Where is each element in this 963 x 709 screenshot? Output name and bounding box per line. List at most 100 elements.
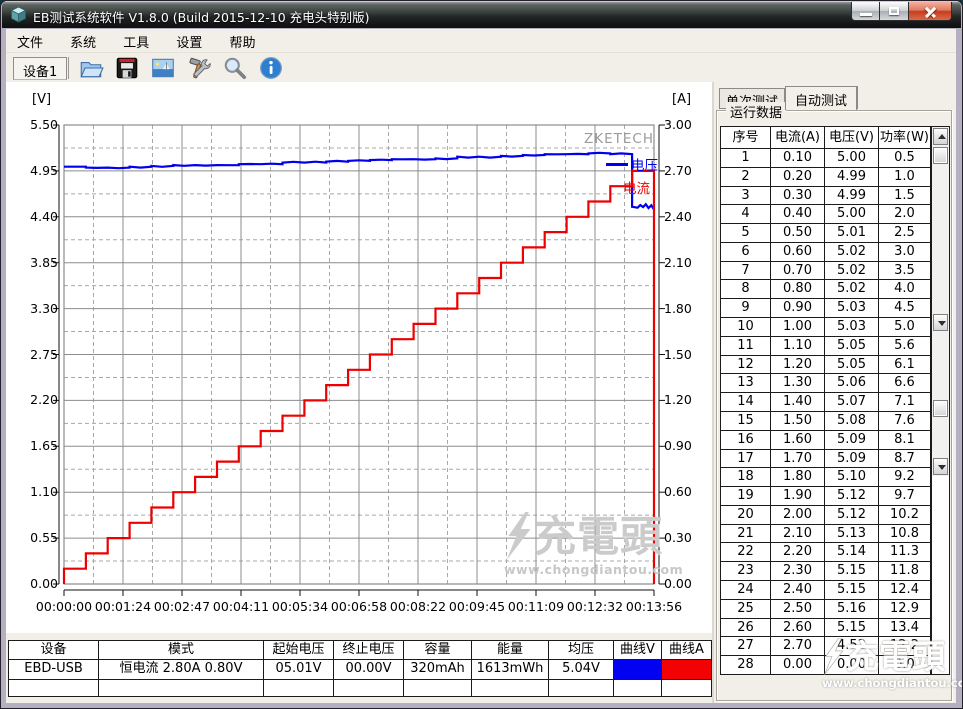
x-axis-tick-label: 00:12:32 xyxy=(563,599,627,614)
minimize-button[interactable] xyxy=(851,2,880,21)
table-cell: 1.50 xyxy=(771,412,825,431)
table-cell: 5.01 xyxy=(825,224,879,243)
y-left-tick-label: 2.75 xyxy=(6,348,58,362)
table-row[interactable]: 252.505.1612.9 xyxy=(721,600,949,619)
table-cell: 5.12 xyxy=(825,487,879,506)
y-left-tick-label: 0.55 xyxy=(6,531,58,545)
result-header-cell: 均压 xyxy=(549,641,613,659)
y-left-tick-label: 0.00 xyxy=(6,577,58,591)
arrow-up-icon xyxy=(938,134,946,139)
result-value-cell: 1613mWh xyxy=(472,660,548,679)
y-right-tick-label: 2.10 xyxy=(664,256,704,270)
menu-tools[interactable]: 工具 xyxy=(112,29,160,52)
table-cell: 0.80 xyxy=(771,280,825,299)
table-cell: 17 xyxy=(721,450,771,469)
menu-help[interactable]: 帮助 xyxy=(218,29,266,52)
menu-file[interactable]: 文件 xyxy=(6,29,54,52)
window-controls xyxy=(851,2,952,21)
table-row[interactable]: 40.405.002.0 xyxy=(721,205,949,224)
table-row[interactable]: 151.505.087.6 xyxy=(721,412,949,431)
table-cell: 2.40 xyxy=(771,581,825,600)
table-cell: 0.60 xyxy=(771,243,825,262)
table-row[interactable]: 101.005.035.0 xyxy=(721,318,949,337)
menu-settings[interactable]: 设置 xyxy=(165,29,213,52)
table-row[interactable]: 70.705.023.5 xyxy=(721,262,949,281)
title-bar: EB测试系统软件 V1.8.0 (Build 2015-12-10 充电头特别版… xyxy=(2,1,961,28)
table-row[interactable]: 50.505.012.5 xyxy=(721,224,949,243)
table-row[interactable]: 212.105.1310.8 xyxy=(721,525,949,544)
y-left-tick-label: 4.95 xyxy=(6,164,58,178)
save-button[interactable] xyxy=(114,55,140,81)
result-value-cell: 05.01V xyxy=(264,660,333,679)
table-cell: 0.0 xyxy=(879,656,931,675)
table-cell: 2 xyxy=(721,168,771,187)
device-tab[interactable]: 设备1 xyxy=(13,57,67,80)
result-header-cell: 曲线A xyxy=(662,641,711,659)
table-cell: 15 xyxy=(721,412,771,431)
table-row[interactable]: 60.605.023.0 xyxy=(721,243,949,262)
client-area: 文件 系统 工具 设置 帮助 设备1 xyxy=(6,29,956,703)
y-right-tick-label: 0.60 xyxy=(664,485,704,499)
table-row[interactable]: 191.905.129.7 xyxy=(721,487,949,506)
scroll-down-button[interactable] xyxy=(933,314,948,331)
scroll-down-button[interactable] xyxy=(933,458,948,475)
menu-system[interactable]: 系统 xyxy=(59,29,107,52)
table-row[interactable]: 141.405.077.1 xyxy=(721,393,949,412)
x-axis-tick-label: 00:08:22 xyxy=(386,599,450,614)
result-empty-cell xyxy=(99,680,263,696)
table-cell: 6 xyxy=(721,243,771,262)
arrow-down-icon xyxy=(938,321,946,326)
table-row[interactable]: 280.000.000.0 xyxy=(721,656,949,675)
table-row[interactable]: 242.405.1512.4 xyxy=(721,581,949,600)
table-row[interactable]: 30.304.991.5 xyxy=(721,187,949,206)
table-row[interactable]: 222.205.1411.3 xyxy=(721,543,949,562)
table-cell: 5.09 xyxy=(825,431,879,450)
table-cell: 5.15 xyxy=(825,581,879,600)
table-cell: 5.02 xyxy=(825,262,879,281)
table-row[interactable]: 10.105.000.5 xyxy=(721,149,949,168)
scrollbar-thumb[interactable] xyxy=(933,147,948,164)
table-row[interactable]: 111.105.055.6 xyxy=(721,337,949,356)
table-cell: 5.6 xyxy=(879,337,931,356)
y-left-tick-label: 3.30 xyxy=(6,302,58,316)
table-row[interactable]: 171.705.098.7 xyxy=(721,450,949,469)
zoom-button[interactable] xyxy=(222,55,248,81)
table-row[interactable]: 181.805.109.2 xyxy=(721,468,949,487)
table-row[interactable]: 90.905.034.5 xyxy=(721,299,949,318)
open-file-button[interactable] xyxy=(78,55,104,81)
result-value-cell: 00.00V xyxy=(334,660,403,679)
table-row[interactable]: 131.305.066.6 xyxy=(721,374,949,393)
table-cell: 1.60 xyxy=(771,431,825,450)
maximize-button[interactable] xyxy=(880,2,909,21)
table-row[interactable]: 202.005.1210.2 xyxy=(721,506,949,525)
table-row[interactable]: 272.704.5212.2 xyxy=(721,637,949,656)
table-scrollbar[interactable] xyxy=(931,127,949,674)
table-row[interactable]: 20.204.991.0 xyxy=(721,168,949,187)
table-cell: 3.5 xyxy=(879,262,931,281)
table-cell: 2.30 xyxy=(771,562,825,581)
export-image-button[interactable] xyxy=(150,55,176,81)
table-cell: 26 xyxy=(721,619,771,638)
scrollbar-thumb[interactable] xyxy=(933,400,948,417)
run-data-table: 序号 电流(A) 电压(V) 功率(W) 10.105.000.520.204.… xyxy=(720,126,950,675)
tab-auto-test[interactable]: 自动测试 xyxy=(785,86,857,110)
table-cell: 6.6 xyxy=(879,374,931,393)
table-cell: 16 xyxy=(721,431,771,450)
tools-button[interactable] xyxy=(186,55,212,81)
x-axis-tick-label: 00:00:00 xyxy=(32,599,96,614)
app-window: EB测试系统软件 V1.8.0 (Build 2015-12-10 充电头特别版… xyxy=(0,0,963,709)
table-cell: 27 xyxy=(721,637,771,656)
table-row[interactable]: 262.605.1513.4 xyxy=(721,619,949,638)
table-row[interactable]: 232.305.1511.8 xyxy=(721,562,949,581)
table-row[interactable]: 161.605.098.1 xyxy=(721,431,949,450)
table-row[interactable]: 121.205.056.1 xyxy=(721,356,949,375)
y-right-tick-label: 1.50 xyxy=(664,348,704,362)
table-cell: 3.0 xyxy=(879,243,931,262)
menu-bar: 文件 系统 工具 设置 帮助 xyxy=(6,29,956,53)
table-cell: 5.09 xyxy=(825,450,879,469)
table-row[interactable]: 80.805.024.0 xyxy=(721,280,949,299)
scroll-up-button[interactable] xyxy=(933,128,948,145)
table-cell: 5.08 xyxy=(825,412,879,431)
close-button[interactable] xyxy=(909,2,952,21)
about-button[interactable] xyxy=(258,55,284,81)
